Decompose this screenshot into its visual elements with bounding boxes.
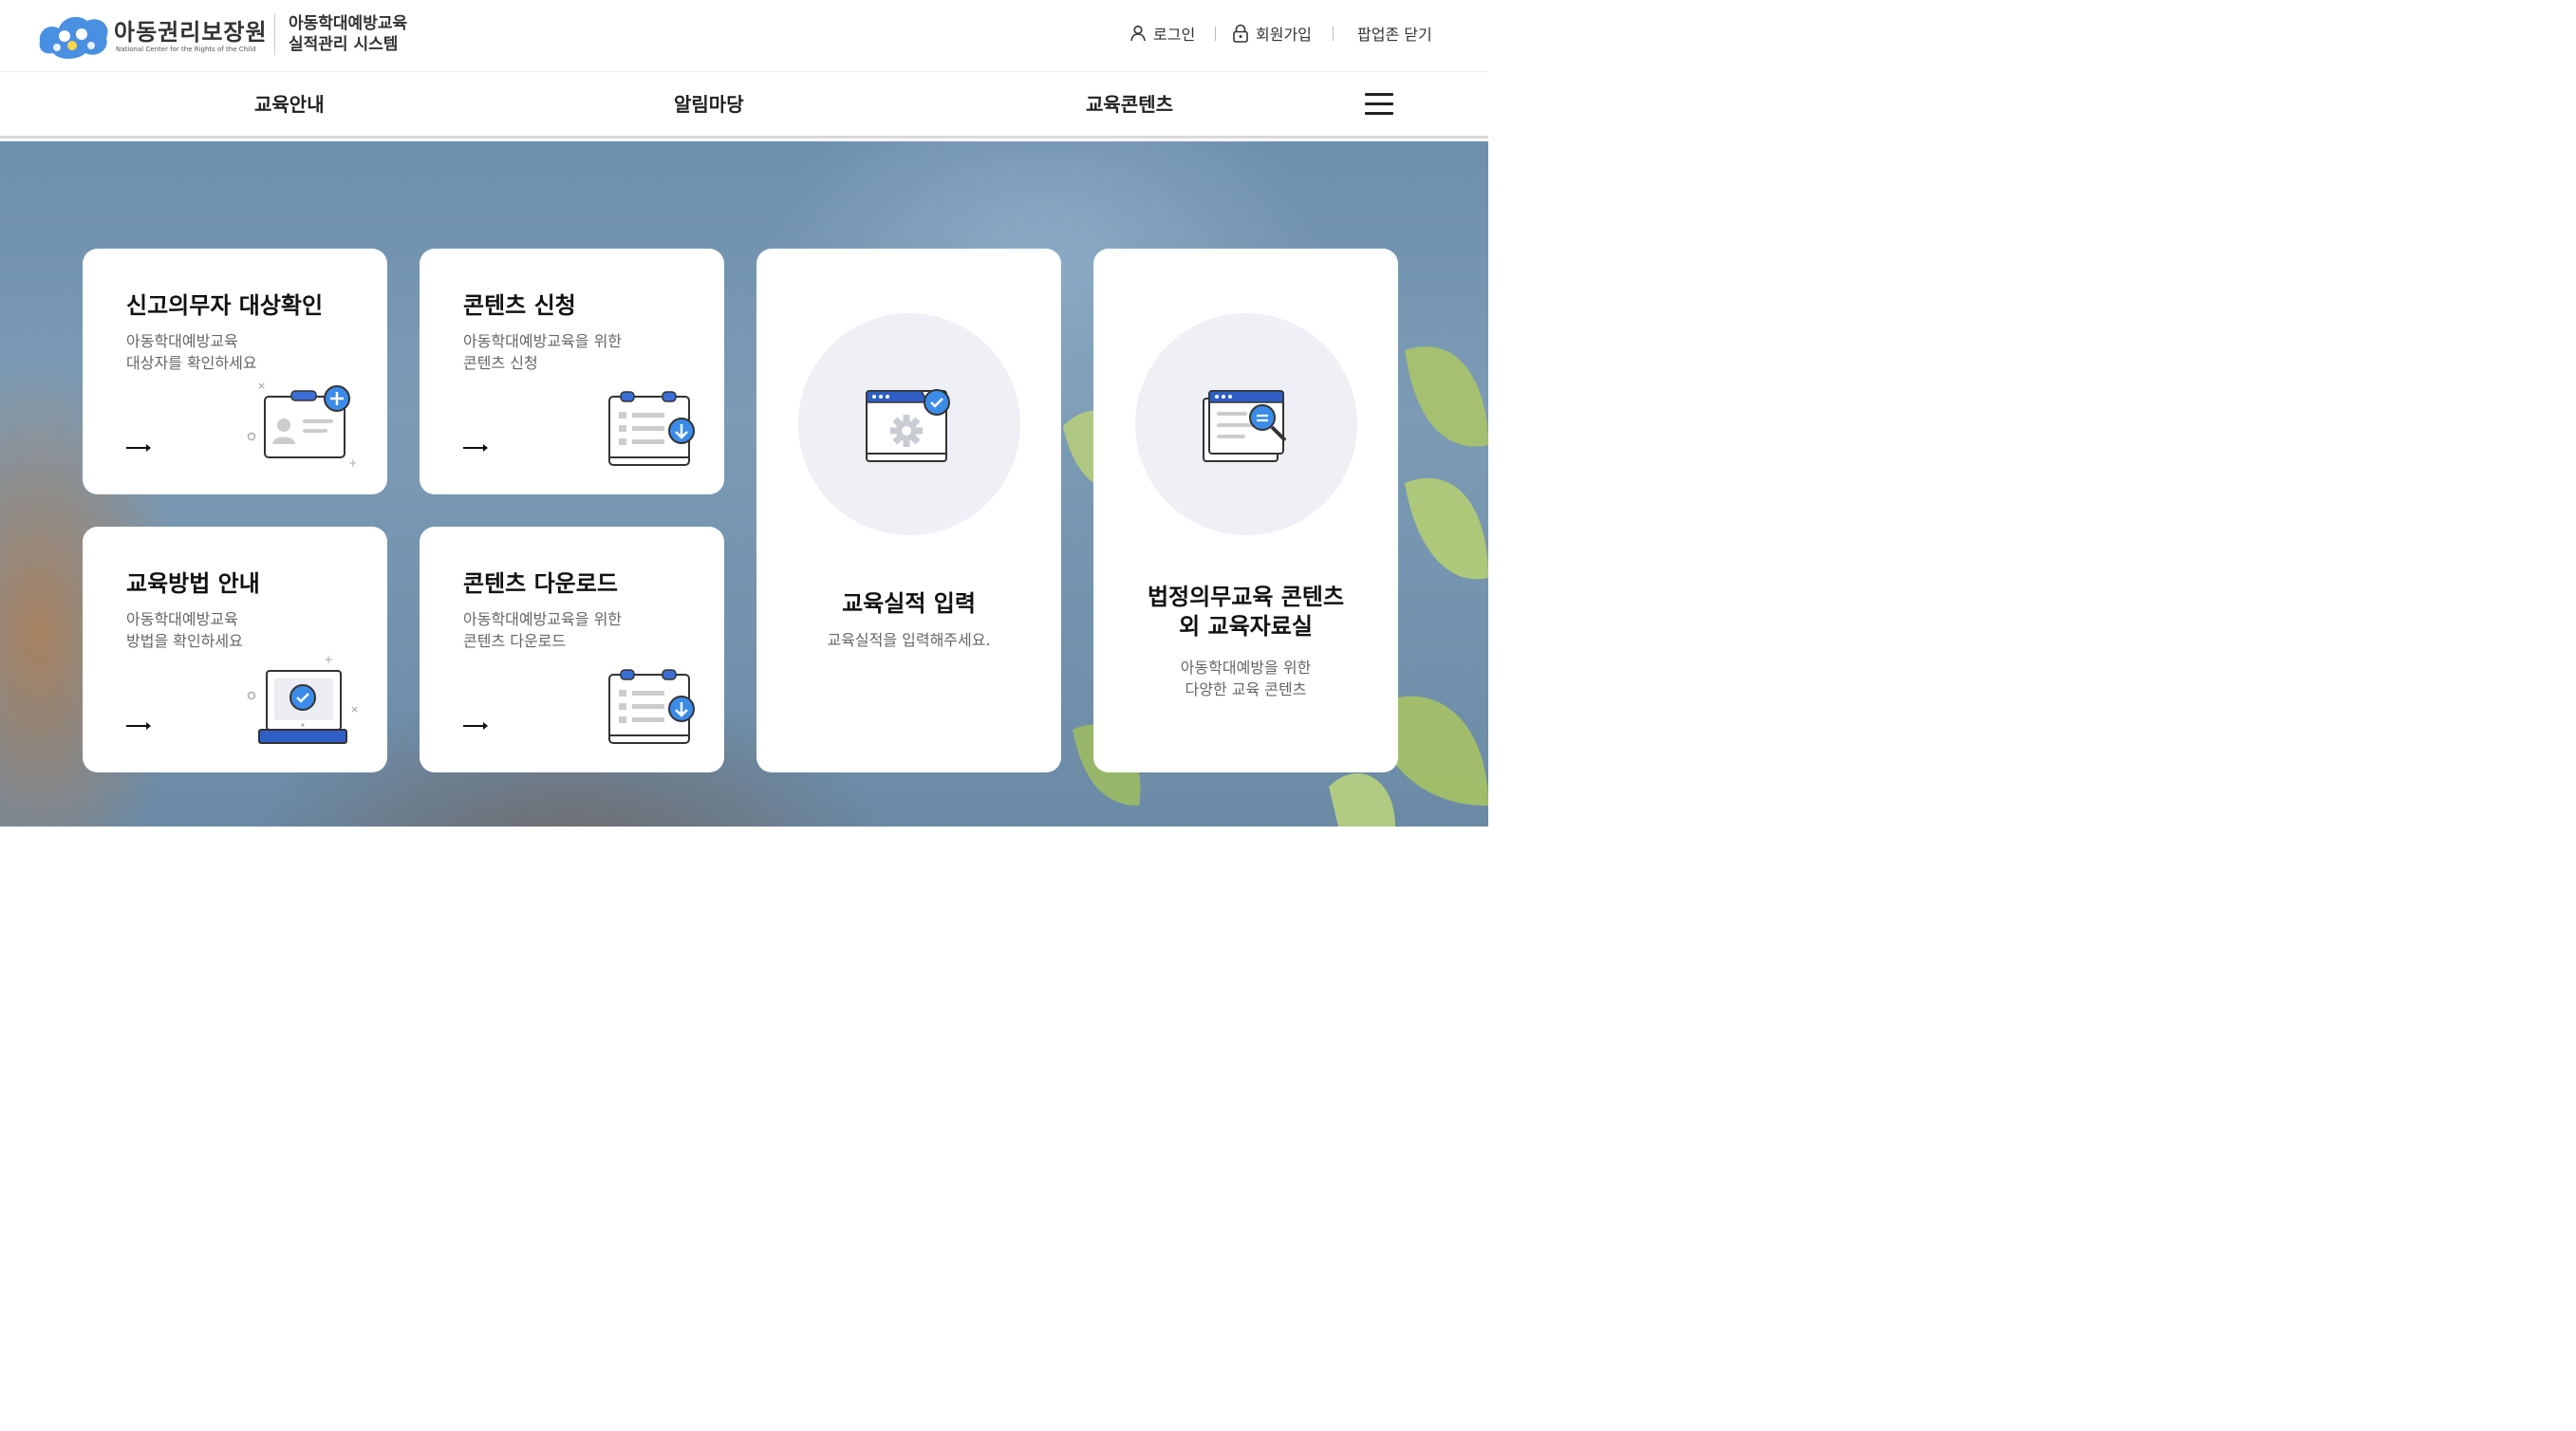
card-content-apply[interactable]: 콘텐츠 신청 아동학대예방교육을 위한 콘텐츠 신청 [420,249,724,494]
settings-window-icon [866,389,950,462]
card-desc-line: 콘텐츠 신청 [463,354,538,372]
laptop-check-icon: + × [247,653,359,744]
util-separator [1333,27,1334,41]
card-desc-line: 아동학대예방교육 [126,610,238,628]
card-title: 법정의무교육 콘텐츠 외 교육자료실 [1093,583,1398,641]
nav-item-notice[interactable]: 알림마당 [674,89,744,117]
card-desc-line: 교육실적을 입력해주세요. [827,631,991,649]
card-reporter-check[interactable]: 신고의무자 대상확인 아동학대예방교육 대상자를 확인하세요 × + [83,249,387,494]
card-description: 교육실적을 입력해주세요. [756,629,1061,651]
logo-korean-text: 아동권리보장원 [114,19,268,46]
card-legal-education-materials[interactable]: 법정의무교육 콘텐츠 외 교육자료실 아동학대예방을 위한 다양한 교육 콘텐츠 [1093,249,1398,772]
card-desc-line: 아동학대예방교육을 위한 [463,610,623,628]
card-title: 콘텐츠 다운로드 [463,570,618,597]
login-link[interactable]: 로그인 [1129,23,1195,44]
calendar-download-icon [608,391,695,466]
card-title: 교육실적 입력 [842,590,976,617]
main-nav: 교육안내 알림마당 교육콘텐츠 [0,72,1488,139]
card-content-download[interactable]: 콘텐츠 다운로드 아동학대예방교육을 위한 콘텐츠 다운로드 [420,527,724,772]
site-logo[interactable]: 아동권리보장원 National Center for the Rights o… [36,9,273,59]
arrow-right-icon [126,444,151,452]
card-title-line: 법정의무교육 콘텐츠 [1147,584,1345,610]
logo-divider [274,13,275,55]
hamburger-icon[interactable] [1365,93,1393,116]
card-description: 아동학대예방을 위한 다양한 교육 콘텐츠 [1093,657,1398,700]
card-title: 교육방법 안내 [126,570,260,597]
arrow-right-icon [126,722,151,730]
top-header: 아동권리보장원 National Center for the Rights o… [0,0,1488,72]
card-desc-line: 콘텐츠 다운로드 [463,632,567,650]
card-desc-line: 다양한 교육 콘텐츠 [1185,680,1307,698]
system-title-line1: 아동학대예방교육 [289,14,408,33]
login-label: 로그인 [1153,26,1196,44]
card-title-line: 외 교육자료실 [1179,613,1313,640]
logo-mark-icon [39,16,108,59]
system-title-line2: 실적관리 시스템 [289,35,399,54]
document-search-icon [1203,390,1287,462]
svg-text:×: × [257,380,266,392]
card-desc-line: 아동학대예방교육 [126,332,238,350]
card-education-record-input[interactable]: 교육실적 입력 교육실적을 입력해주세요. [756,249,1061,772]
arrow-right-icon [463,722,488,730]
card-desc-line: 아동학대예방교육을 위한 [463,332,623,350]
join-link[interactable]: 회원가입 [1232,23,1312,44]
nav-item-education-content[interactable]: 교육콘텐츠 [1086,89,1173,117]
svg-text:+: + [324,653,333,666]
icon-circle [798,313,1020,535]
card-desc-line: 방법을 확인하세요 [126,632,243,650]
card-description: 아동학대예방교육 방법을 확인하세요 [126,608,243,652]
popup-close-link[interactable]: 팝업존 닫기 [1357,23,1432,44]
card-title: 콘텐츠 신청 [463,292,576,319]
join-label: 회원가입 [1256,26,1312,44]
svg-text:+: + [348,456,356,469]
calendar-download-icon [608,669,695,744]
card-desc-line: 대상자를 확인하세요 [126,354,257,372]
user-icon [1130,25,1146,42]
id-card-add-icon: × + [247,380,356,469]
card-description: 아동학대예방교육을 위한 콘텐츠 신청 [463,330,622,374]
card-desc-line: 아동학대예방을 위한 [1180,659,1312,677]
logo-english-text: National Center for the Rights of the Ch… [116,46,256,53]
card-title: 신고의무자 대상확인 [126,292,324,319]
svg-text:×: × [350,703,359,716]
icon-circle [1135,313,1357,535]
card-description: 아동학대예방교육 대상자를 확인하세요 [126,330,257,374]
card-education-method[interactable]: 교육방법 안내 아동학대예방교육 방법을 확인하세요 + × [83,527,387,772]
system-title: 아동학대예방교육 실적관리 시스템 [289,13,407,55]
util-separator [1215,27,1216,41]
lock-icon [1233,24,1248,43]
popup-close-label: 팝업존 닫기 [1357,26,1432,44]
nav-item-education-guide[interactable]: 교육안내 [254,89,325,117]
arrow-right-icon [463,444,488,452]
card-description: 아동학대예방교육을 위한 콘텐츠 다운로드 [463,608,622,652]
